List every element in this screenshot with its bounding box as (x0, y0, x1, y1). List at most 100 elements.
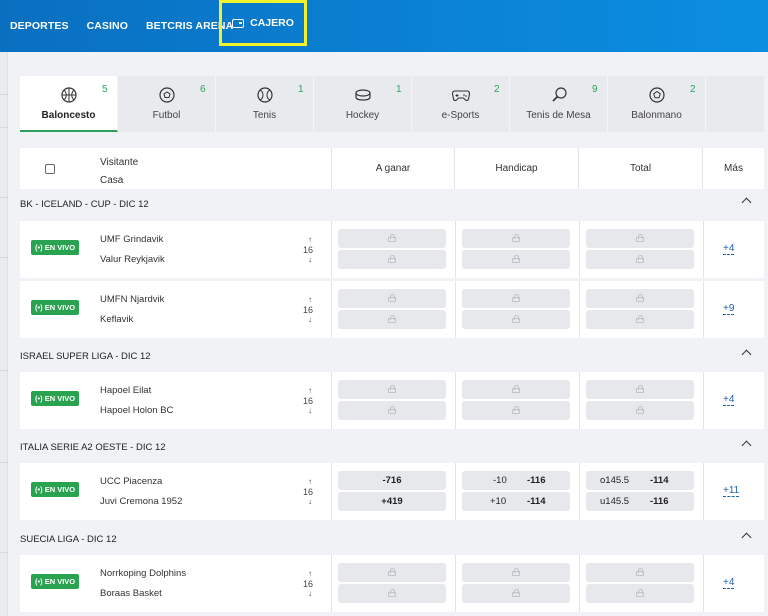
wallet-icon (232, 18, 245, 28)
col-mas: Más (724, 163, 743, 174)
live-badge: (•) EN VIVO (31, 300, 80, 315)
tab-label: Tenis (252, 110, 277, 121)
tab-label: Hockey (345, 110, 380, 121)
odds-cell-locked (586, 563, 694, 582)
arrow-up-icon: ↑ (308, 569, 312, 578)
nav-cajero[interactable]: CAJERO (219, 0, 307, 46)
game-row: (•) EN VIVO Norrkoping Dolphins Boraas B… (20, 555, 764, 612)
col-total: Total (579, 148, 703, 189)
hockey-icon (354, 86, 372, 104)
live-badge-label: EN VIVO (44, 485, 76, 494)
team-visitante: UCC Piacenza (100, 476, 163, 487)
chevron-up-icon[interactable] (741, 532, 752, 543)
lock-icon (636, 255, 644, 263)
tab-hockey[interactable]: 1 Hockey (314, 76, 412, 132)
team-casa: Valur Reykjavik (100, 254, 165, 265)
total-odds-over[interactable]: o145.5 -114 (586, 471, 694, 490)
tab-count: 1 (396, 84, 402, 95)
lock-icon (512, 589, 520, 597)
team-visitante: Norrkoping Dolphins (100, 568, 187, 579)
odds-cell-locked (338, 250, 446, 269)
odds-cell-locked (462, 289, 570, 308)
odds-cell-locked (586, 289, 694, 308)
main-nav: DEPORTES CASINO BETCRIS ARENA (0, 0, 768, 52)
arrow-up-icon: ↑ (308, 295, 312, 304)
league-name: ITALIA SERIE A2 OESTE - DIC 12 (20, 442, 166, 453)
game-row: (•) EN VIVO UMF Grindavik Valur Reykjavi… (20, 221, 764, 278)
nav-deportes[interactable]: DEPORTES (10, 20, 69, 32)
game-row: (•) EN VIVO UCC Piacenza Juvi Cremona 19… (20, 463, 764, 520)
tab-baloncesto[interactable]: 5 Baloncesto (20, 76, 118, 132)
odds-cell-locked (338, 229, 446, 248)
odds-table-header: Visitante Casa A ganar Handicap Total Má… (20, 148, 764, 189)
tab-count: 6 (200, 84, 206, 95)
select-all-cell (20, 148, 80, 189)
live-badge: (•) EN VIVO (31, 482, 80, 497)
chevron-up-icon[interactable] (741, 197, 752, 208)
moneyline-odds-casa[interactable]: +419 (338, 492, 446, 511)
odds-cell-locked (586, 584, 694, 603)
top-navigation-bar: DEPORTES CASINO BETCRIS ARENA CAJERO (0, 0, 768, 52)
more-markets-link[interactable]: +11 (723, 485, 740, 497)
more-markets-link[interactable]: +4 (723, 394, 735, 406)
team-casa: Boraas Basket (100, 588, 162, 599)
tab-tenis-de-mesa[interactable]: 9 Tenis de Mesa (510, 76, 608, 132)
league-header[interactable]: ITALIA SERIE A2 OESTE - DIC 12 (20, 434, 768, 461)
lock-icon (388, 234, 396, 242)
lock-icon (388, 589, 396, 597)
more-markets-link[interactable]: +9 (723, 303, 735, 315)
tab-tenis[interactable]: 1 Tenis (216, 76, 314, 132)
live-badge-label: EN VIVO (44, 577, 76, 586)
moneyline-odds-visitante[interactable]: -716 (338, 471, 446, 490)
total-odds-under[interactable]: u145.5 -116 (586, 492, 694, 511)
lock-icon (636, 589, 644, 597)
arrow-up-icon: ↑ (308, 477, 312, 486)
soccer-icon (158, 86, 176, 104)
tab-count: 2 (690, 84, 696, 95)
live-badge-label: EN VIVO (44, 394, 76, 403)
more-markets-link[interactable]: +4 (723, 577, 735, 589)
more-markets-link[interactable]: +4 (723, 243, 735, 255)
tab-futbol[interactable]: 6 Futbol (118, 76, 216, 132)
visitante-label: Visitante (100, 157, 139, 168)
arrow-down-icon: ↓ (308, 255, 312, 264)
tab-count: 2 (494, 84, 500, 95)
odds-cell-locked (586, 310, 694, 329)
lock-icon (512, 234, 520, 242)
live-badge: (•) EN VIVO (31, 391, 80, 406)
lock-icon (388, 294, 396, 302)
nav-cajero-label: CAJERO (250, 17, 294, 29)
league-header[interactable]: ISRAEL SUPER LIGA - DIC 12 (20, 343, 768, 370)
game-row: (•) EN VIVO Hapoel Eilat Hapoel Holon BC… (20, 372, 764, 429)
lock-icon (512, 568, 520, 576)
handicap-odds-visitante[interactable]: -10 -116 (462, 471, 570, 490)
arrow-down-icon: ↓ (308, 589, 312, 598)
live-badge: (•) EN VIVO (31, 240, 80, 255)
lock-icon (636, 294, 644, 302)
arrow-down-icon: ↓ (308, 406, 312, 415)
tab-label: Balonmano (631, 110, 682, 121)
odds-cell-locked (462, 229, 570, 248)
league-name: BK - ICELAND - CUP - DIC 12 (20, 199, 149, 210)
nav-casino[interactable]: CASINO (87, 20, 128, 32)
casa-label: Casa (100, 175, 124, 186)
handicap-odds-casa[interactable]: +10 -114 (462, 492, 570, 511)
league-header[interactable]: SUECIA LIGA - DIC 12 (20, 526, 768, 553)
tab-balonmano[interactable]: 2 Balonmano (608, 76, 706, 132)
arrow-up-icon: ↑ (308, 235, 312, 244)
tab-esports[interactable]: 2 e-Sports (412, 76, 510, 132)
lock-icon (388, 385, 396, 393)
odds-cell-locked (338, 584, 446, 603)
select-all-checkbox[interactable] (45, 163, 55, 174)
team-visitante: UMFN Njardvik (100, 294, 165, 305)
odds-cell-locked (462, 584, 570, 603)
sport-tabs: 5 Baloncesto 6 Futbol 1 Tenis 1 Hockey 2… (20, 76, 764, 132)
chevron-up-icon[interactable] (741, 349, 752, 360)
col-a-ganar: A ganar (332, 148, 455, 189)
gamepad-icon (452, 86, 470, 104)
lock-icon (388, 315, 396, 323)
lock-icon (636, 234, 644, 242)
league-header[interactable]: BK - ICELAND - CUP - DIC 12 (20, 191, 768, 218)
odds-cell-locked (462, 310, 570, 329)
chevron-up-icon[interactable] (741, 440, 752, 451)
